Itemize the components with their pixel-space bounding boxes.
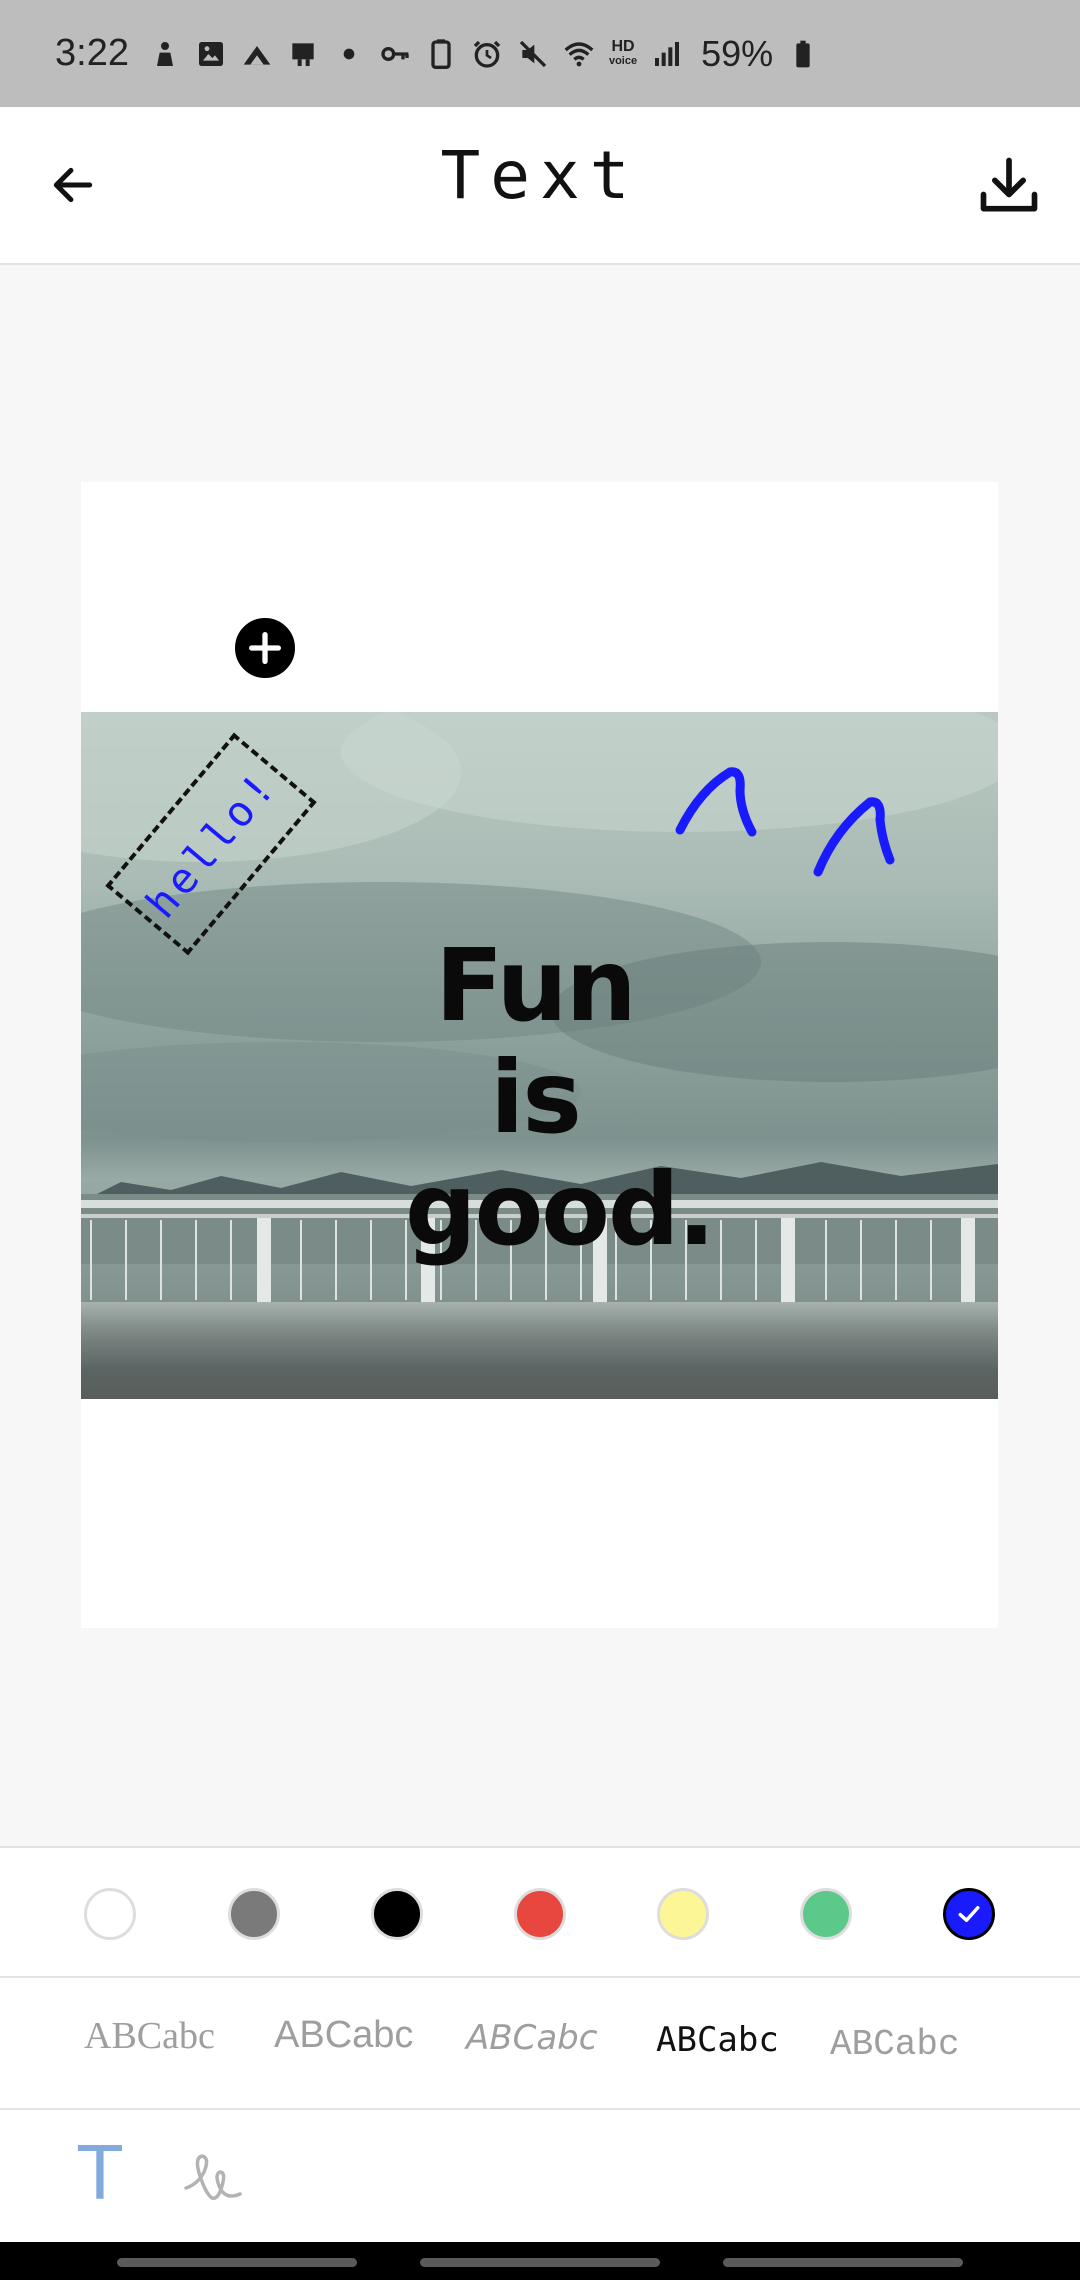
canvas-text-line-2: good. bbox=[405, 1151, 716, 1268]
font-option-3[interactable]: ABCabc bbox=[466, 2018, 597, 2058]
signal-icon bbox=[651, 38, 683, 70]
drawing-strokes[interactable] bbox=[660, 750, 910, 890]
tab-text-mode[interactable]: T bbox=[70, 2128, 130, 2216]
dot-icon bbox=[333, 38, 365, 70]
handwriting-icon bbox=[184, 2154, 242, 2200]
font-selector: ABCabc ABCabc ABCabc ABCabc ABCabc bbox=[0, 1978, 1080, 2110]
font-option-2[interactable]: ABCabc bbox=[274, 2014, 413, 2057]
nav-handle-3[interactable] bbox=[723, 2258, 963, 2267]
color-swatch-blue[interactable] bbox=[943, 1888, 995, 1940]
person-notification-icon bbox=[149, 38, 181, 70]
canvas-text-line-1: Fun is bbox=[435, 927, 637, 1156]
nav-handle-1[interactable] bbox=[117, 2258, 357, 2267]
alarm-icon bbox=[471, 38, 503, 70]
status-icons: HD voice 59% bbox=[149, 33, 819, 75]
color-palette bbox=[0, 1846, 1080, 1978]
check-icon bbox=[958, 1906, 980, 1922]
wifi-icon bbox=[563, 38, 595, 70]
gallery-icon bbox=[195, 38, 227, 70]
color-swatch-black[interactable] bbox=[371, 1888, 423, 1940]
status-bar: 3:22 HD voice 59% bbox=[0, 0, 1080, 107]
download-button[interactable] bbox=[970, 147, 1048, 225]
hd-label: HD bbox=[611, 37, 635, 55]
color-swatch-gray[interactable] bbox=[228, 1888, 280, 1940]
canvas-main-text[interactable]: Fun is good. bbox=[405, 927, 716, 1268]
app-bar: Text bbox=[0, 107, 1080, 265]
color-swatch-red[interactable] bbox=[514, 1888, 566, 1940]
status-time: 3:22 bbox=[55, 32, 129, 74]
battery-icon bbox=[787, 38, 819, 70]
page-title: Text bbox=[440, 137, 640, 214]
plus-icon bbox=[249, 632, 281, 664]
color-swatch-green[interactable] bbox=[800, 1888, 852, 1940]
mode-tabs: T bbox=[0, 2110, 1080, 2242]
scale-rotate-handle[interactable] bbox=[232, 615, 298, 681]
battery-saver-icon bbox=[425, 38, 457, 70]
tab-draw-mode[interactable] bbox=[180, 2142, 250, 2212]
mute-icon bbox=[517, 38, 549, 70]
device-icon bbox=[287, 38, 319, 70]
bridge-deck bbox=[81, 1302, 998, 1399]
battery-percent: 59% bbox=[701, 32, 774, 74]
hd-voice-badge: HD voice bbox=[608, 37, 638, 68]
hd-sub-label: voice bbox=[608, 54, 638, 67]
color-swatch-white[interactable] bbox=[84, 1888, 136, 1940]
system-nav-bar bbox=[0, 2242, 1080, 2280]
key-icon bbox=[379, 38, 411, 70]
house-icon bbox=[241, 38, 273, 70]
color-swatch-yellow[interactable] bbox=[657, 1888, 709, 1940]
nav-handle-2[interactable] bbox=[420, 2258, 660, 2267]
font-option-1[interactable]: ABCabc bbox=[84, 2014, 215, 2058]
font-option-4-selected[interactable]: ABCabc bbox=[656, 2020, 779, 2060]
download-icon bbox=[980, 157, 1038, 212]
font-option-5[interactable]: ABCabc bbox=[830, 2024, 960, 2065]
